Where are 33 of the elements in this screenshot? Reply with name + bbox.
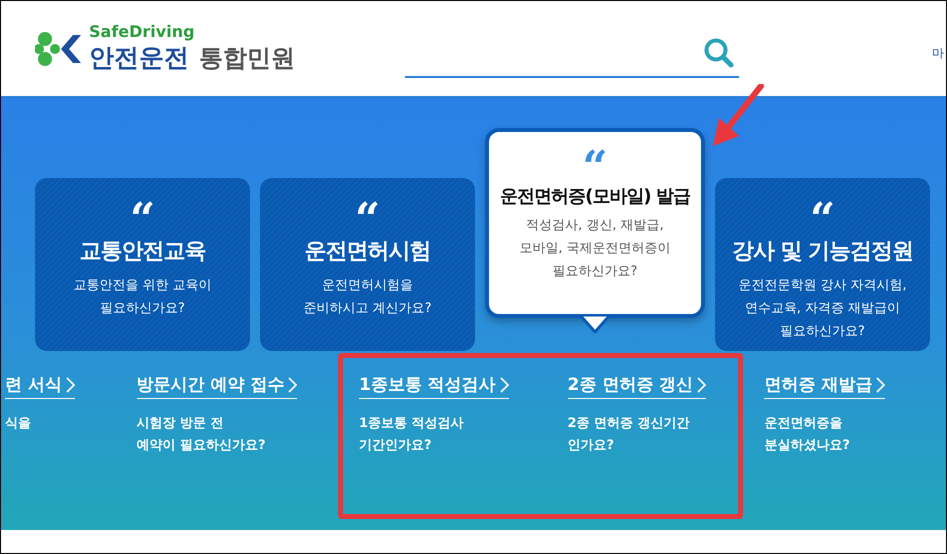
card-description: 교통안전을 위한 교육이 필요하신가요?: [73, 277, 212, 318]
logo-brand: 안전운전: [89, 42, 189, 74]
logo-service-name: 통합민원: [199, 43, 295, 74]
card-description: 운전전문학원 강사 자격시험, 연수교육, 자격증 재발급이 필요하신가요?: [738, 277, 907, 341]
card-title: 교통안전교육: [80, 238, 206, 266]
card-title: 운전면허시험: [304, 238, 430, 266]
link-description: 운전면허증을 분실하셨나요?: [764, 415, 850, 455]
card-title: 강사 및 기능검정원: [732, 238, 914, 266]
chevron-icon: [288, 376, 298, 392]
service-card[interactable]: “ 교통안전교육 교통안전을 위한 교육이 필요하신가요?: [35, 178, 250, 351]
service-card[interactable]: “ 강사 및 기능검정원 운전전문학원 강사 자격시험, 연수교육, 자격증 재발급이 필요하신가요?: [715, 178, 930, 351]
service-card[interactable]: “ 운전면허시험 운전면허시험을 준비하시고 계신가요?: [260, 178, 475, 351]
chevron-icon: [876, 376, 886, 392]
search-field[interactable]: [405, 36, 739, 78]
card-description: 운전면허시험을 준비하시고 계신가요?: [303, 277, 432, 318]
logo-tagline: SafeDriving: [89, 23, 196, 41]
quote-mark: “: [130, 200, 156, 228]
link-description: 1종보통 적성검사 기간인가요?: [358, 415, 464, 455]
menu-link[interactable]: 마: [932, 45, 944, 62]
chevron-icon: [500, 376, 509, 392]
card-description: 적성검사, 갱신, 재발급, 모바일, 국제운전면허증이 필요하신가요?: [519, 217, 671, 281]
chevron-icon: [66, 376, 75, 392]
link-description: 2종 면허증 갱신기간 인가요?: [568, 415, 690, 455]
search-icon[interactable]: [703, 36, 735, 68]
quote-mark: “: [810, 200, 836, 228]
callout-tail: [580, 315, 610, 333]
quote-mark: “: [354, 200, 380, 228]
service-card[interactable]: “ 운전면허증(모바일) 발급 적성검사, 갱신, 재발급, 모바일, 국제운전면허증이 필요하신가요?: [485, 128, 705, 318]
link-description: 시험장 방문 전 예약이 필요하신가요?: [136, 415, 266, 455]
card-title: 운전면허증(모바일) 발급: [500, 185, 690, 208]
quote-mark: “: [582, 148, 608, 176]
link-description: 식을: [5, 415, 31, 433]
chevron-icon: [697, 376, 706, 392]
